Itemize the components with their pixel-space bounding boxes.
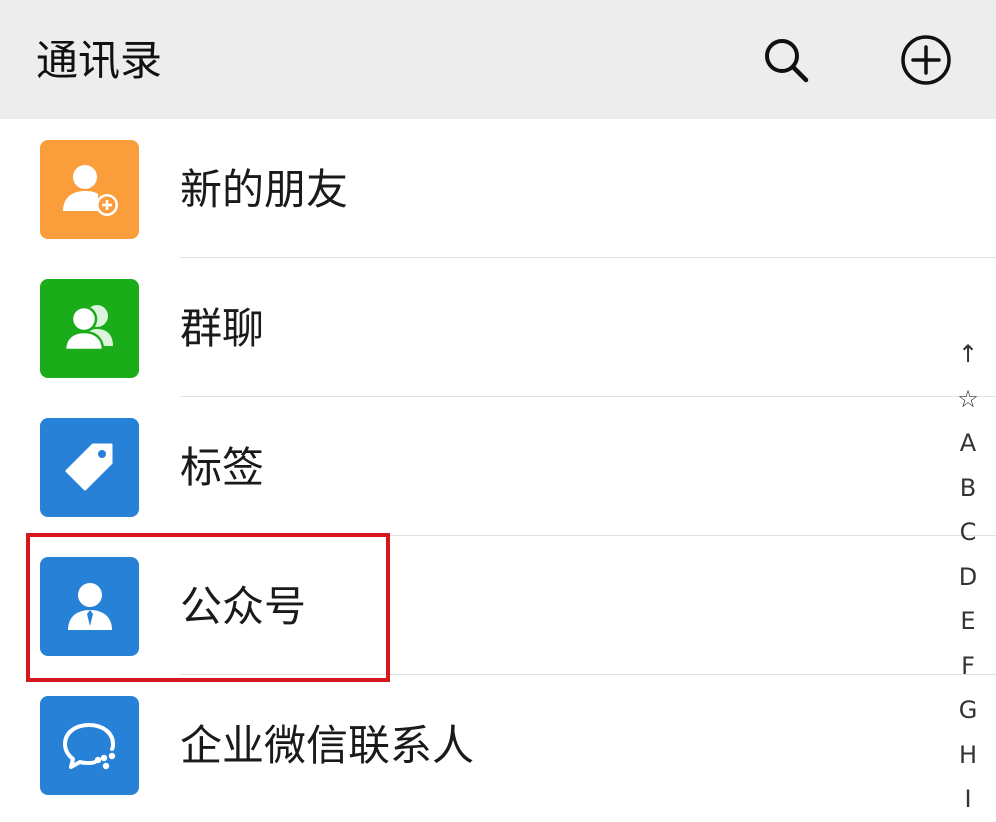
- tags-label: 标签: [180, 443, 265, 492]
- group-chat-icon: [63, 304, 113, 351]
- official-accounts-icon-tile: [40, 557, 139, 656]
- index-letter-f[interactable]: F: [948, 644, 988, 689]
- wecom-contact-icon: [62, 722, 115, 769]
- official-accounts-label: 公众号: [180, 582, 307, 631]
- list-item-group-chats[interactable]: 群聊: [0, 258, 996, 397]
- group-chats-label: 群聊: [180, 304, 265, 353]
- index-letter-i[interactable]: I: [948, 777, 988, 822]
- index-letter-d[interactable]: D: [948, 555, 988, 600]
- top-bar: 通讯录: [0, 0, 996, 119]
- group-chats-icon-tile: [40, 279, 139, 378]
- wecom-contacts-icon-tile: [40, 696, 139, 795]
- new-friends-label: 新的朋友: [180, 165, 349, 214]
- official-account-icon: [67, 582, 112, 630]
- index-letter-b[interactable]: B: [948, 466, 988, 511]
- plus-circle-icon: [901, 35, 951, 85]
- tags-icon-tile: [40, 418, 139, 517]
- search-button[interactable]: [756, 30, 816, 90]
- alphabet-index-bar[interactable]: ↑ ☆ A B C D E F G H I: [948, 332, 988, 822]
- add-friend-icon: [62, 164, 118, 216]
- index-star[interactable]: ☆: [948, 377, 988, 422]
- index-letter-a[interactable]: A: [948, 421, 988, 466]
- index-top-arrow[interactable]: ↑: [948, 332, 988, 377]
- index-letter-h[interactable]: H: [948, 733, 988, 778]
- list-item-new-friends[interactable]: 新的朋友: [0, 119, 996, 258]
- search-icon: [765, 39, 809, 83]
- index-letter-c[interactable]: C: [948, 510, 988, 555]
- page-title: 通讯录: [36, 36, 163, 85]
- index-letter-e[interactable]: E: [948, 599, 988, 644]
- wecom-contacts-label: 企业微信联系人: [180, 721, 475, 770]
- list-item-tags[interactable]: 标签: [0, 397, 996, 536]
- list-item-official-accounts[interactable]: 公众号: [0, 536, 996, 675]
- new-friends-icon-tile: [40, 140, 139, 239]
- index-letter-g[interactable]: G: [948, 688, 988, 733]
- list-item-wecom-contacts[interactable]: 企业微信联系人: [0, 675, 996, 814]
- add-button[interactable]: [896, 30, 956, 90]
- tag-icon: [65, 443, 112, 490]
